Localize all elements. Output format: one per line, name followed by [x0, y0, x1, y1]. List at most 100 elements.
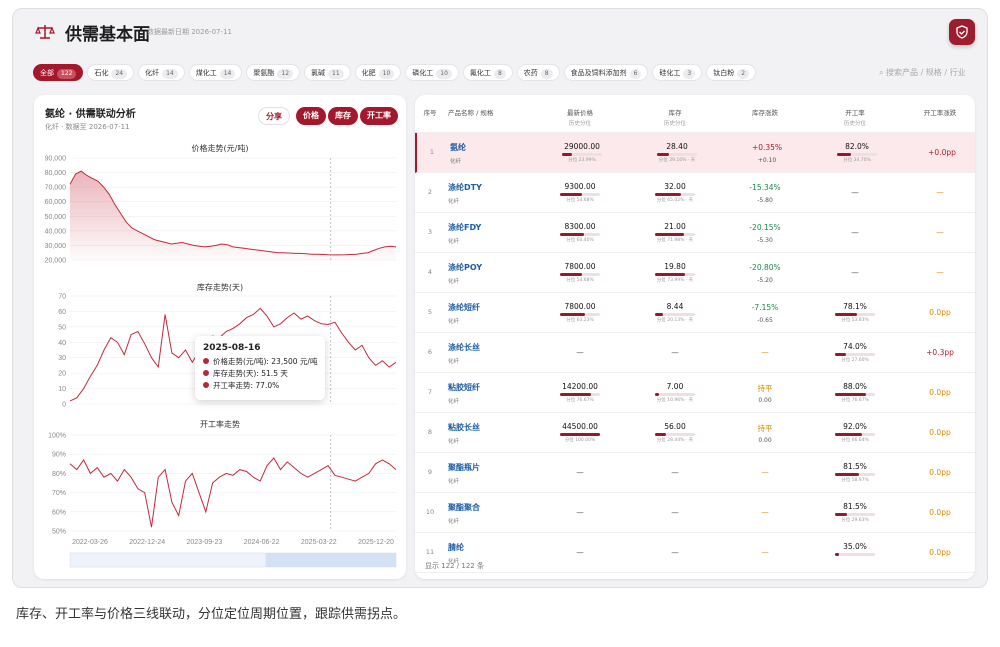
- shield-button[interactable]: [949, 19, 975, 45]
- share-button[interactable]: 分享: [258, 107, 290, 125]
- chip-count: 8: [540, 69, 553, 79]
- chip-label: 化肥: [361, 69, 376, 77]
- y-tick-label: 90,000: [45, 156, 67, 163]
- chip-label: 食品及饲料添加剂: [570, 69, 627, 77]
- x-tick-label: 2024-06-22: [244, 539, 280, 546]
- filter-chip[interactable]: 化肥 10: [354, 64, 402, 81]
- slider-window[interactable]: [265, 553, 396, 567]
- filter-chip[interactable]: 磷化工 10: [405, 64, 459, 81]
- y-tick-label: 70%: [52, 490, 66, 497]
- table-row[interactable]: 11 腈纶 化纤 — — —35.0% 0.0pp: [415, 533, 975, 573]
- table-row[interactable]: 10 聚酯聚合 化纤 — — — 81.5% 分位 29.63% 0.0pp: [415, 493, 975, 533]
- product-name[interactable]: 聚酯瓶片: [448, 462, 480, 473]
- table-row[interactable]: 5 涤纶短纤 化纤 7800.00 分位 63.23% 8.44 分位 20.13% · 天…: [415, 293, 975, 333]
- col-stock[interactable]: 库存 历史分位: [640, 107, 710, 127]
- filter-chip[interactable]: 农药 8: [516, 64, 560, 81]
- y-tick-label: 40,000: [45, 228, 67, 235]
- scale-icon: [35, 25, 55, 39]
- product-name[interactable]: 粘胶短纤: [448, 382, 480, 393]
- filter-chip[interactable]: 聚氨酯 12: [246, 64, 301, 81]
- price-value: —: [576, 348, 584, 357]
- stock-change-abs: -5.30: [757, 237, 773, 244]
- tooltip-rate: 开工率走势: 77.0%: [213, 381, 280, 390]
- product-name[interactable]: 聚酯聚合: [448, 502, 480, 513]
- price-percentile: 分位 60.40%: [566, 238, 594, 243]
- chip-label: 硅化工: [659, 69, 681, 77]
- filter-chip[interactable]: 食品及饲料添加剂 6: [563, 64, 649, 81]
- filter-chip[interactable]: 煤化工 14: [188, 64, 243, 81]
- filter-chip[interactable]: 石化 24: [87, 64, 135, 81]
- search-input[interactable]: ⌕ 搜索产品 / 规格 / 行业: [879, 67, 966, 78]
- product-name[interactable]: 涤纶DTY: [448, 182, 482, 193]
- stock-toggle[interactable]: 库存: [328, 107, 358, 125]
- filter-chip[interactable]: 全部 122: [33, 64, 84, 81]
- rate-toggle[interactable]: 开工率: [360, 107, 398, 125]
- row-number: 7: [427, 388, 433, 396]
- stock-value: —: [671, 348, 679, 357]
- col-price[interactable]: 最新价格 历史分位: [545, 107, 615, 127]
- category-filter: 全部 122 石化 24 化纤 14 煤化工 14 聚氨酯 12 氯碱 11 化肥 10 磷化工 10 氟化工 8…: [33, 64, 760, 82]
- filter-chip[interactable]: 氟化工 8: [462, 64, 513, 81]
- product-name[interactable]: 涤纶FDY: [448, 222, 481, 233]
- y-tick-label: 10: [58, 386, 66, 393]
- product-name[interactable]: 氨纶: [450, 142, 466, 153]
- rate-value: 74.0%: [843, 342, 867, 351]
- y-tick-label: 50%: [52, 529, 66, 536]
- stock-value: 56.00: [664, 422, 686, 431]
- rate-value: 82.0%: [845, 142, 869, 151]
- filter-chip[interactable]: 化纤 14: [138, 64, 185, 81]
- table-row[interactable]: 8 粘胶长丝 化纤 44500.00 分位 100.00% 56.00 分位 28.44% …: [415, 413, 975, 453]
- rate-percentile: 分位 53.83%: [841, 318, 869, 323]
- table-row[interactable]: 2 涤纶DTY 化纤 9300.00 分位 54.68% 32.00 分位 65.02% ·…: [415, 173, 975, 213]
- rate-chart[interactable]: 100% 90% 80% 70% 60% 50% 2022-03-26 2022-12-24 2…: [34, 429, 406, 577]
- chip-count: 14: [219, 69, 236, 79]
- price-percentile-bar: [560, 393, 600, 396]
- filter-chip[interactable]: 硅化工 3: [652, 64, 703, 81]
- table-row[interactable]: 7 粘胶短纤 化纤 14200.00 分位 76.67% 7.00 分位 10.96% · …: [415, 373, 975, 413]
- price-percentile: 分位 63.23%: [566, 318, 594, 323]
- filter-chip[interactable]: 钛白粉 2: [706, 64, 757, 81]
- table-row[interactable]: 3 涤纶FDY 化纤 8300.00 分位 60.40% 21.00 分位 71.98% ·…: [415, 213, 975, 253]
- product-name[interactable]: 腈纶: [448, 542, 464, 553]
- stock-change: -7.15%: [751, 303, 779, 312]
- y-tick-label: 20: [58, 371, 66, 378]
- x-tick-label: 2022-12-24: [129, 539, 165, 546]
- y-tick-label: 100%: [48, 433, 66, 440]
- price-percentile-bar: [560, 313, 600, 316]
- price-toggle[interactable]: 价格: [296, 107, 326, 125]
- caption: 库存、开工率与价格三线联动，分位定位周期位置，跟踪供需拐点。: [16, 607, 407, 622]
- col-rate[interactable]: 开工率 历史分位: [820, 107, 890, 127]
- rate-change: 0.0pp: [929, 308, 951, 317]
- stock-change-abs: 0.00: [758, 397, 772, 404]
- chip-label: 农药: [523, 69, 538, 77]
- y-tick-label: 30,000: [45, 243, 67, 250]
- product-name[interactable]: 涤纶短纤: [448, 302, 480, 313]
- col-name[interactable]: 产品名称 / 规格: [448, 107, 493, 117]
- col-rate-chg[interactable]: 开工率涨跌: [905, 107, 975, 117]
- chip-count: 6: [629, 69, 642, 79]
- table-row[interactable]: 6 涤纶长丝 化纤 — — — 74.0% 分位 27.60% +0.3pp: [415, 333, 975, 373]
- filter-chip[interactable]: 氯碱 11: [304, 64, 351, 81]
- price-percentile-bar: [562, 153, 602, 156]
- product-name[interactable]: 涤纶长丝: [448, 342, 480, 353]
- product-name[interactable]: 涤纶POY: [448, 262, 482, 273]
- chip-count: 14: [162, 69, 178, 79]
- col-stock-chg[interactable]: 库存涨跌: [730, 107, 800, 117]
- price-value: 8300.00: [564, 222, 596, 231]
- product-category: 化纤: [450, 159, 462, 165]
- stock-percentile: 分位 10.96% · 天: [656, 398, 694, 403]
- table-row[interactable]: 1 氨纶 化纤 29000.00 分位 23.99% 28.40 分位 29.16% · 天…: [415, 133, 975, 173]
- price-value: 44500.00: [562, 422, 598, 431]
- app-window: 供需基本面 数据最新日期 2026-07-11 全部 122 石化 24 化纤 14 煤化工…: [12, 8, 988, 588]
- table-row[interactable]: 9 聚酯瓶片 化纤 — — — 81.5% 分位 58.97% 0.0pp: [415, 453, 975, 493]
- chip-label: 磷化工: [412, 69, 434, 77]
- rate-change: 0.0pp: [929, 388, 951, 397]
- stock-change: —: [761, 548, 769, 557]
- price-chart[interactable]: 90,000 80,000 70,000 60,000 50,000 40,000 30,0…: [34, 153, 406, 273]
- rate-percentile-bar: [835, 393, 875, 396]
- table-row[interactable]: 4 涤纶POY 化纤 7800.00 分位 54.68% 19.80 分位 73.99% ·…: [415, 253, 975, 293]
- product-name[interactable]: 粘胶长丝: [448, 422, 480, 433]
- table-header: 序号 产品名称 / 规格 最新价格 历史分位 库存 历史分位 库存涨跌 开工率 历史分…: [415, 95, 975, 133]
- stock-percentile-bar: [655, 273, 695, 276]
- y-tick-label: 60%: [52, 509, 66, 516]
